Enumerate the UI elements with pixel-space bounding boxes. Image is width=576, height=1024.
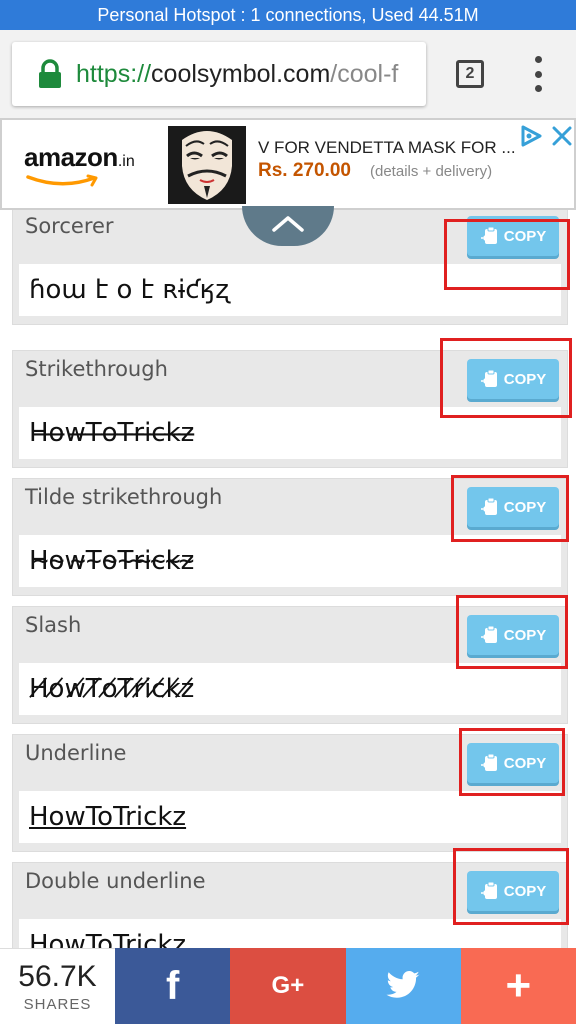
tab-count: 2 — [465, 65, 475, 82]
style-title: Strikethrough — [25, 357, 168, 381]
overflow-menu-icon[interactable] — [526, 56, 550, 92]
hotspot-status-text: Personal Hotspot : 1 connections, Used 4… — [97, 4, 479, 25]
address-bar[interactable]: https://coolsymbol.com/cool-f — [12, 42, 426, 106]
share-bar: 56.7K SHARES f G+ + — [0, 948, 576, 1024]
amazon-smile-icon — [26, 174, 98, 187]
amazon-logo: amazon.in — [24, 142, 135, 187]
ad-banner[interactable]: amazon.in V FOR VENDETTA MASK FOR ... Rs… — [0, 118, 576, 210]
google-plus-share-button[interactable]: G+ — [230, 948, 346, 1024]
share-label: SHARES — [23, 996, 92, 1013]
style-title: Underline — [25, 741, 127, 765]
url-text: https://coolsymbol.com/cool-f — [76, 60, 398, 89]
google-plus-icon: G+ — [271, 972, 305, 999]
ad-delivery-note: (details + delivery) — [370, 163, 493, 180]
url-scheme: https:// — [76, 59, 152, 88]
font-style-list: Sorcerer COPY ɦօա է օ է ʀɨƈӄʐ Strikethro… — [0, 210, 576, 948]
adchoices-icon[interactable] — [518, 124, 544, 148]
close-ad-icon[interactable] — [550, 124, 574, 148]
highlight-box — [444, 219, 570, 290]
amazon-brand-suffix: .in — [117, 153, 135, 170]
highlight-box — [459, 728, 565, 796]
share-counter: 56.7K SHARES — [0, 948, 115, 1024]
style-title: Slash — [25, 613, 82, 637]
url-path: /cool-f — [330, 59, 399, 88]
style-title: Double underline — [25, 869, 206, 893]
highlight-box — [456, 595, 568, 669]
plus-icon: + — [505, 961, 532, 1010]
browser-toolbar: https://coolsymbol.com/cool-f 2 — [0, 30, 576, 118]
facebook-icon: f — [165, 963, 180, 1008]
style-sample-text[interactable]: H̴o̴w̴T̴o̴T̴r̴i̴c̴k̴z̴ — [19, 535, 561, 587]
facebook-share-button[interactable]: f — [115, 948, 231, 1024]
url-domain: coolsymbol.com — [151, 59, 331, 88]
lock-icon — [36, 59, 64, 89]
amazon-brand: amazon — [24, 142, 118, 172]
style-sample-text[interactable]: H̸o̸w̸T̸o̸T̸r̸i̸c̸k̸z̸ — [19, 663, 561, 715]
style-title: Sorcerer — [25, 214, 114, 238]
more-share-button[interactable]: + — [460, 948, 576, 1024]
tab-switcher-button[interactable]: 2 — [456, 60, 484, 88]
chevron-up-icon — [272, 216, 304, 232]
style-title: Tilde strikethrough — [25, 485, 223, 509]
ad-product-title[interactable]: V FOR VENDETTA MASK FOR ... — [258, 138, 516, 158]
share-count: 56.7K — [18, 960, 97, 993]
mask-product-image[interactable] — [168, 126, 246, 204]
highlight-box — [451, 475, 569, 542]
ad-price: Rs. 270.00 — [258, 160, 351, 181]
style-sample-text[interactable]: HowToTrickz — [19, 791, 561, 843]
collapse-ad-button[interactable] — [242, 206, 334, 246]
twitter-icon — [386, 971, 420, 998]
highlight-box — [453, 848, 569, 925]
twitter-share-button[interactable] — [345, 948, 461, 1024]
hotspot-status-bar[interactable]: Personal Hotspot : 1 connections, Used 4… — [0, 0, 576, 30]
highlight-box — [440, 338, 572, 418]
